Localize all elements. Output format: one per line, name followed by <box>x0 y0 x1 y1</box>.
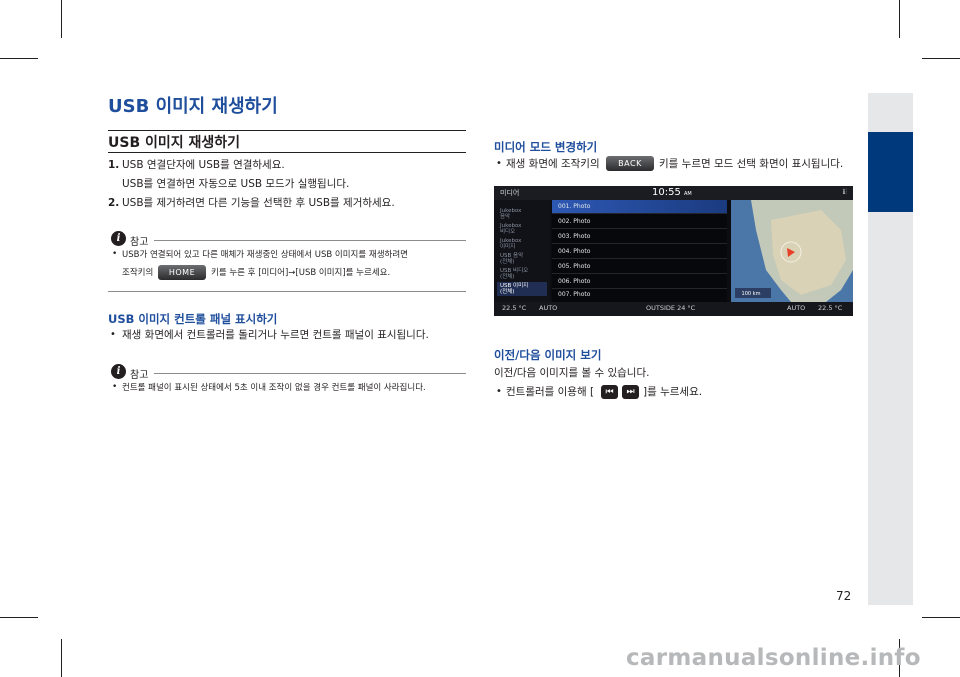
bullet-dot: • <box>112 382 118 392</box>
menu-item[interactable]: Jukebox 비디오 <box>500 223 521 235</box>
map-scale: 100 km <box>742 291 761 297</box>
next-icon: ⏭ <box>622 385 639 399</box>
bullet-dot: • <box>112 249 118 259</box>
menu-item[interactable]: USB 비디오 (전체) <box>500 268 528 280</box>
list-item[interactable]: 001. Photo <box>552 200 727 214</box>
step-text: USB를 제거하려면 다른 기능을 선택한 후 USB를 제거하세요. <box>122 197 395 209</box>
step-text: USB 연결단자에 USB를 연결하세요. <box>122 159 285 171</box>
map-view: 100 km <box>731 200 853 302</box>
media-screen: 미디어 10:55 AM ℹ⫶ Jukebox 음악 Jukebox 비디오 J… <box>494 186 853 316</box>
crop-mark <box>61 639 62 677</box>
step-number: 2. <box>108 197 120 209</box>
body-text: 키를 누르면 모드 선택 화면이 표시됩니다. <box>659 158 844 170</box>
menu-item[interactable]: Jukebox 음악 <box>500 208 521 220</box>
crop-mark <box>899 0 900 38</box>
climate-bar: 22.5 °C AUTO OUTSIDE 24 °C AUTO 22.5 °C <box>494 302 853 316</box>
subsection-title: USB 이미지 컨트롤 패널 표시하기 <box>108 312 278 326</box>
note-text: 키를 누른 후 [미디어]→[USB 이미지]를 누르세요. <box>211 268 391 278</box>
signal-icon: ℹ⫶ <box>842 188 847 196</box>
section-top-rule <box>108 130 466 131</box>
note-text: 컨트롤 패널이 표시된 상태에서 5초 이내 조작이 없을 경우 컨트롤 패널이… <box>122 383 426 393</box>
watermark: carmanualsonline.info <box>626 645 921 671</box>
note-label: 참고 <box>130 370 149 381</box>
screen-status-bar: 미디어 10:55 AM ℹ⫶ <box>494 186 853 200</box>
left-temp: 22.5 °C <box>502 304 527 312</box>
step-text: USB를 연결하면 자동으로 USB 모드가 실행됩니다. <box>122 178 350 190</box>
prev-next-title: 이전/다음 이미지 보기 <box>494 348 602 362</box>
divider <box>108 291 466 292</box>
chapter-tab <box>868 132 913 212</box>
list-item[interactable]: 006. Photo <box>552 275 727 289</box>
list-item[interactable]: 004. Photo <box>552 245 727 259</box>
page-number: 72 <box>836 589 852 603</box>
note-label: 참고 <box>130 237 149 248</box>
step-number: 1. <box>108 159 120 171</box>
crop-mark <box>0 58 38 59</box>
mode-menu: Jukebox 음악 Jukebox 비디오 Jukebox 이미지 USB 음… <box>494 200 550 302</box>
bullet-dot: • <box>496 386 502 397</box>
list-item[interactable]: 002. Photo <box>552 215 727 229</box>
crop-mark <box>61 0 62 38</box>
menu-item[interactable]: Jukebox 이미지 <box>500 238 521 250</box>
body-text: 재생 화면에서 컨트롤러를 돌리거나 누르면 컨트롤 패널이 표시됩니다. <box>122 329 429 341</box>
bullet-dot: • <box>496 158 502 169</box>
note-rule <box>154 373 466 374</box>
note-text: 조작키의 <box>122 268 154 278</box>
page-title: USB 이미지 재생하기 <box>108 96 278 117</box>
media-mode-title: 미디어 모드 변경하기 <box>494 140 598 154</box>
list-item[interactable]: 005. Photo <box>552 260 727 274</box>
body-text: 이전/다음 이미지를 볼 수 있습니다. <box>494 367 650 379</box>
note-text: USB가 연결되어 있고 다른 매체가 재생중인 상태에서 USB 이미지를 재… <box>122 250 408 260</box>
outside-temp: OUTSIDE 24 °C <box>646 304 696 312</box>
bullet-dot: • <box>110 329 116 340</box>
crop-mark <box>922 58 960 59</box>
menu-item-usb-image[interactable]: USB 이미지 (전체) <box>497 282 547 296</box>
list-item[interactable]: 003. Photo <box>552 230 727 244</box>
right-mode: AUTO <box>787 304 806 312</box>
body-text: 재생 화면에 조작키의 <box>506 158 600 170</box>
right-temp: 22.5 °C <box>818 304 843 312</box>
list-item[interactable]: 007. Photo <box>552 288 727 302</box>
section-bottom-rule <box>108 152 466 153</box>
menu-item[interactable]: USB 음악 (전체) <box>500 253 523 265</box>
info-icon: i <box>111 364 126 379</box>
crop-mark <box>922 617 960 618</box>
back-key-icon: BACK <box>606 156 654 171</box>
section-title: USB 이미지 재생하기 <box>108 135 241 151</box>
body-text: 컨트롤러를 이용해 [ <box>506 386 595 398</box>
crop-mark <box>0 617 38 618</box>
screen-title: 미디어 <box>500 189 520 197</box>
note-rule <box>154 240 466 241</box>
left-mode: AUTO <box>539 304 558 312</box>
body-text: ]를 누르세요. <box>643 386 703 398</box>
info-icon: i <box>111 231 126 246</box>
map-image: 100 km <box>735 200 853 302</box>
screen-clock: 10:55 AM <box>652 187 692 198</box>
previous-icon: ⏮ <box>601 385 618 399</box>
photo-list: 001. Photo 002. Photo 003. Photo 004. Ph… <box>552 200 727 302</box>
home-key-icon: HOME <box>158 265 206 280</box>
